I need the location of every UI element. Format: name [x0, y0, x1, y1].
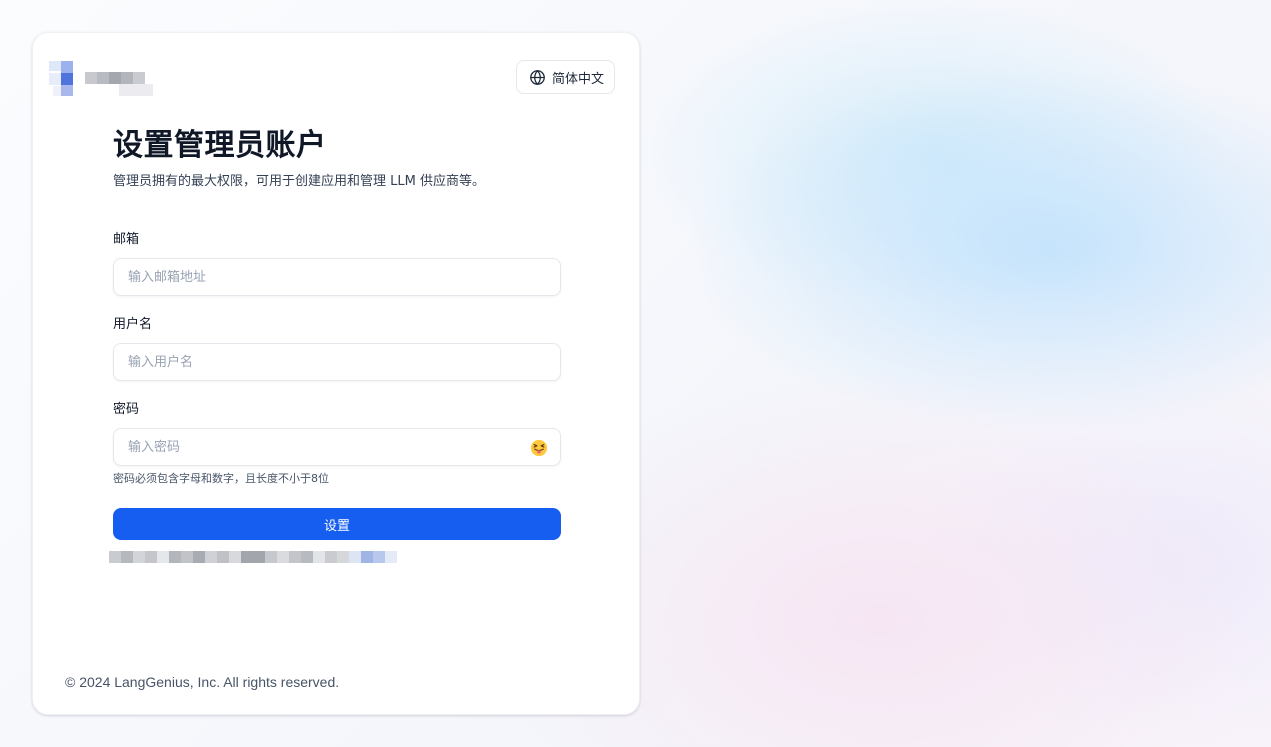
tongue-emoji-icon[interactable]	[530, 439, 548, 457]
language-label: 简体中文	[551, 71, 604, 87]
copyright-footer: © 2024 LangGenius, Inc. All rights reser…	[65, 674, 340, 690]
username-input[interactable]	[114, 344, 560, 380]
redacted-text	[109, 548, 409, 566]
password-field-group: 密码 密码必须包含字母和数字，且长度不小于8位	[113, 401, 561, 487]
setup-form: 设置管理员账户 管理员拥有的最大权限，可用于创建应用和管理 LLM 供应商等。 …	[109, 125, 561, 566]
username-label: 用户名	[113, 317, 153, 332]
password-input[interactable]	[114, 429, 560, 465]
email-input-wrapper	[113, 258, 561, 296]
setup-submit-button[interactable]: 设置	[113, 508, 561, 540]
email-label: 邮箱	[113, 232, 140, 247]
username-field-group: 用户名	[113, 316, 561, 381]
setup-card: 简体中文 设置管理员账户 管理员拥有的最大权限，可用于创建应用和管理 LLM 供…	[32, 32, 640, 715]
app-logo	[49, 61, 153, 97]
page-subtitle: 管理员拥有的最大权限，可用于创建应用和管理 LLM 供应商等。	[113, 174, 485, 189]
password-label: 密码	[113, 402, 140, 417]
email-input[interactable]	[114, 259, 560, 295]
redacted-link-row	[109, 548, 561, 566]
language-switcher-button[interactable]: 简体中文	[515, 60, 615, 94]
password-hint: 密码必须包含字母和数字，且长度不小于8位	[113, 472, 329, 485]
password-input-wrapper	[113, 428, 561, 466]
globe-icon	[530, 69, 545, 85]
email-field-group: 邮箱	[113, 231, 561, 296]
page-title: 设置管理员账户	[113, 128, 327, 163]
username-input-wrapper	[113, 343, 561, 381]
